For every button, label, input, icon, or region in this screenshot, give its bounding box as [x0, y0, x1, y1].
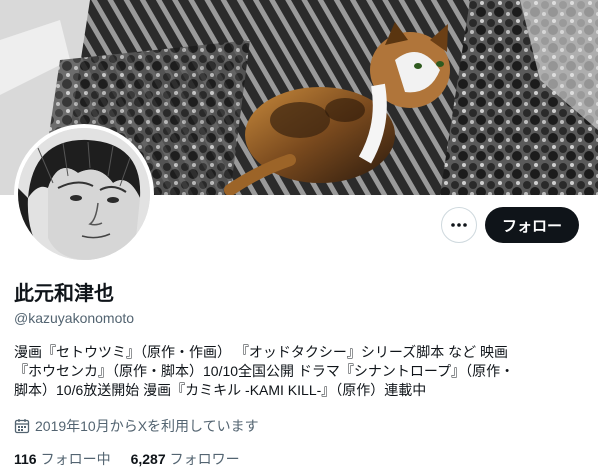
bio-line: 脚本）10/6放送開始 漫画『カミキル -KAMI KILL-』（原作）連載中 — [14, 382, 427, 398]
bio-line: 『ホウセンカ』（原作・脚本）10/10全国公開 ドラマ『シナントロープ』（原作・ — [14, 363, 515, 379]
follow-button[interactable]: フォロー — [485, 207, 579, 243]
profile-bio: 漫画『セトウツミ』（原作・作画） 『オッドタクシー』シリーズ脚本 など 映画 『… — [14, 343, 584, 400]
joined-date-text: 2019年10月からXを利用しています — [35, 418, 259, 434]
following-count: 116 — [14, 451, 37, 467]
profile-avatar[interactable] — [14, 124, 154, 264]
follow-button-label: フォロー — [501, 217, 562, 235]
following-label: フォロー中 — [40, 451, 111, 467]
bio-line: 漫画『セトウツミ』（原作・作画） 『オッドタクシー』シリーズ脚本 など 映画 — [14, 344, 508, 360]
following-link[interactable]: 116 フォロー中 — [14, 450, 111, 467]
user-handle: @kazuyakonomoto — [14, 310, 135, 326]
follow-stats: 116 フォロー中 6,287 フォロワー — [14, 450, 260, 467]
followers-count: 6,287 — [130, 451, 166, 467]
joined-date: 2019年10月からXを利用しています — [14, 417, 259, 435]
followers-link[interactable]: 6,287 フォロワー — [131, 450, 240, 467]
display-name: 此元和津也 — [14, 283, 114, 305]
avatar-image — [18, 128, 150, 260]
more-horizontal-icon — [451, 223, 467, 227]
followers-label: フォロワー — [169, 451, 240, 467]
calendar-icon — [14, 419, 30, 434]
more-options-button[interactable] — [441, 207, 477, 243]
